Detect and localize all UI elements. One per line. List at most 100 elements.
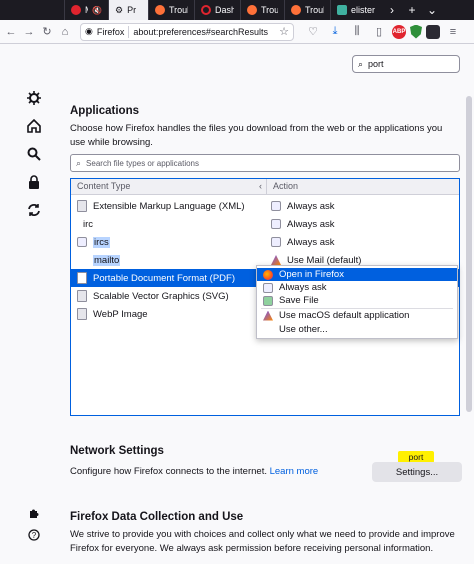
- content-type: Scalable Vector Graphics (SVG): [93, 290, 229, 302]
- menu-item-use-other[interactable]: Use other...: [257, 323, 457, 336]
- data-collection-heading: Firefox Data Collection and Use: [70, 511, 244, 523]
- forward-icon[interactable]: →: [20, 23, 38, 41]
- tab-7[interactable]: elister: [330, 0, 382, 20]
- tab-4[interactable]: Dashb: [194, 0, 240, 20]
- tab-favicon: [337, 5, 347, 15]
- tab-favicon: [247, 5, 257, 15]
- back-icon[interactable]: ←: [2, 23, 20, 41]
- tab-3[interactable]: Troubl: [148, 0, 194, 20]
- shield-extension-icon[interactable]: [410, 24, 422, 39]
- library-icon[interactable]: ⫼: [348, 23, 366, 41]
- table-row[interactable]: ircs Always ask: [71, 233, 459, 251]
- firefox-icon: [263, 269, 273, 280]
- always-ask-icon: [271, 237, 281, 247]
- tab-label: Troubl: [305, 5, 324, 15]
- list-all-tabs-icon[interactable]: ⌄: [422, 0, 442, 20]
- speaker-muted-icon[interactable]: 🔇: [92, 6, 102, 15]
- menu-item-label: Use macOS default application: [279, 310, 410, 321]
- url-text[interactable]: about:preferences#searchResults: [133, 27, 268, 37]
- action-label: Use Mail (default): [287, 254, 362, 266]
- menu-item-label: Open in Firefox: [279, 269, 344, 280]
- gear-icon[interactable]: [26, 90, 42, 106]
- menu-icon[interactable]: ≡: [444, 23, 462, 41]
- url-separator: [128, 25, 130, 38]
- sync-icon[interactable]: [26, 202, 42, 218]
- puzzle-icon[interactable]: [26, 505, 42, 521]
- tab-label: Me: [85, 5, 88, 15]
- home-button-icon[interactable]: ⌂: [56, 23, 74, 41]
- always-ask-icon: [263, 282, 273, 293]
- sort-icon: ‹: [259, 181, 262, 191]
- content-type: mailto: [93, 254, 121, 266]
- action-dropdown-menu: Open in Firefox Always ask Save File Use…: [256, 265, 458, 339]
- lock-icon[interactable]: [26, 174, 42, 190]
- tab-preferences[interactable]: ⚙ Pr: [108, 0, 148, 20]
- network-settings-button[interactable]: Settings...: [372, 462, 462, 482]
- content-type: irc: [83, 218, 94, 230]
- help-icon[interactable]: ?: [26, 527, 42, 543]
- tab-scroll-right-icon[interactable]: ›: [382, 0, 402, 20]
- tab-6[interactable]: Troubl: [284, 0, 330, 20]
- tab-label: Troubl: [261, 5, 278, 15]
- downloads-icon[interactable]: ⤓: [326, 23, 344, 41]
- toolbar-right: ♡ ⤓ ⫼ ▯ ABP ≡: [304, 23, 462, 41]
- action-header-label: Action: [273, 181, 299, 191]
- adblock-icon[interactable]: ABP: [392, 24, 406, 39]
- tab-favicon: [71, 5, 81, 15]
- tab-strip: Me 🔇 ⚙ Pr Troubl Dashb Troubl Troubl eli…: [0, 0, 474, 20]
- nav-bar: ← → ↻ ⌂ ◉ Firefox about:preferences#sear…: [0, 20, 474, 44]
- file-type-filter-input[interactable]: ⌕ Search file types or applications: [70, 154, 460, 172]
- content-type-header-label: Content Type: [77, 181, 131, 191]
- learn-more-link[interactable]: Learn more: [270, 466, 319, 477]
- data-collection-description: We strive to provide you with choices an…: [70, 529, 455, 554]
- mail-app-icon: [271, 255, 281, 265]
- page-scrollbar[interactable]: [466, 96, 472, 412]
- search-icon: ⌕: [358, 58, 364, 69]
- tab-label: Pr: [127, 5, 137, 15]
- always-ask-icon: [271, 219, 281, 229]
- protocol-icon: [77, 237, 87, 247]
- action-header[interactable]: Action: [267, 179, 304, 194]
- content-type: ircs: [93, 236, 110, 248]
- home-icon[interactable]: [26, 118, 42, 134]
- search-icon[interactable]: [26, 146, 42, 162]
- reload-icon[interactable]: ↻: [38, 23, 56, 41]
- menu-item-macos-default[interactable]: Use macOS default application: [257, 309, 457, 322]
- menu-item-open-in-firefox[interactable]: Open in Firefox: [257, 268, 457, 281]
- always-ask-icon: [271, 201, 281, 211]
- search-icon: ⌕: [76, 157, 82, 168]
- content-type: Portable Document Format (PDF): [93, 272, 236, 284]
- tab-label: Troubl: [169, 5, 188, 15]
- filter-placeholder: Search file types or applications: [86, 158, 199, 168]
- content-type: WebP Image: [93, 308, 148, 320]
- star-icon[interactable]: ☆: [279, 25, 289, 38]
- network-settings-heading: Network Settings: [70, 445, 164, 457]
- search-value: port: [368, 59, 384, 69]
- menu-item-save-file[interactable]: Save File: [257, 294, 457, 307]
- applications-heading: Applications: [70, 105, 140, 117]
- table-row[interactable]: Extensible Markup Language (XML) Always …: [71, 197, 459, 215]
- pdf-file-icon: [77, 272, 87, 284]
- tab-5[interactable]: Troubl: [240, 0, 284, 20]
- table-row[interactable]: irc Always ask: [71, 215, 459, 233]
- menu-item-label: Always ask: [279, 282, 327, 293]
- tab-favicon: [155, 5, 165, 15]
- pocket-icon[interactable]: ♡: [304, 23, 322, 41]
- url-bar[interactable]: ◉ Firefox about:preferences#searchResult…: [80, 22, 294, 41]
- content-type-header[interactable]: Content Type ‹: [71, 179, 267, 194]
- identity-label: Firefox: [96, 26, 125, 37]
- tab-1[interactable]: Me 🔇: [64, 0, 108, 20]
- extension-icon[interactable]: [426, 24, 440, 39]
- tab-label: Dashb: [215, 5, 234, 15]
- menu-item-label: Save File: [279, 295, 319, 306]
- action-label: Always ask: [287, 218, 335, 230]
- window-controls-area: [0, 0, 64, 20]
- tab-favicon: [291, 5, 301, 15]
- menu-item-always-ask[interactable]: Always ask: [257, 281, 457, 294]
- new-tab-icon[interactable]: +: [402, 0, 422, 20]
- mail-app-icon: [263, 310, 273, 321]
- menu-item-label: Use other...: [279, 324, 328, 335]
- preferences-search-input[interactable]: ⌕ port: [352, 55, 460, 73]
- firefox-identity-icon: ◉: [85, 26, 93, 36]
- sidebar-toggle-icon[interactable]: ▯: [370, 23, 388, 41]
